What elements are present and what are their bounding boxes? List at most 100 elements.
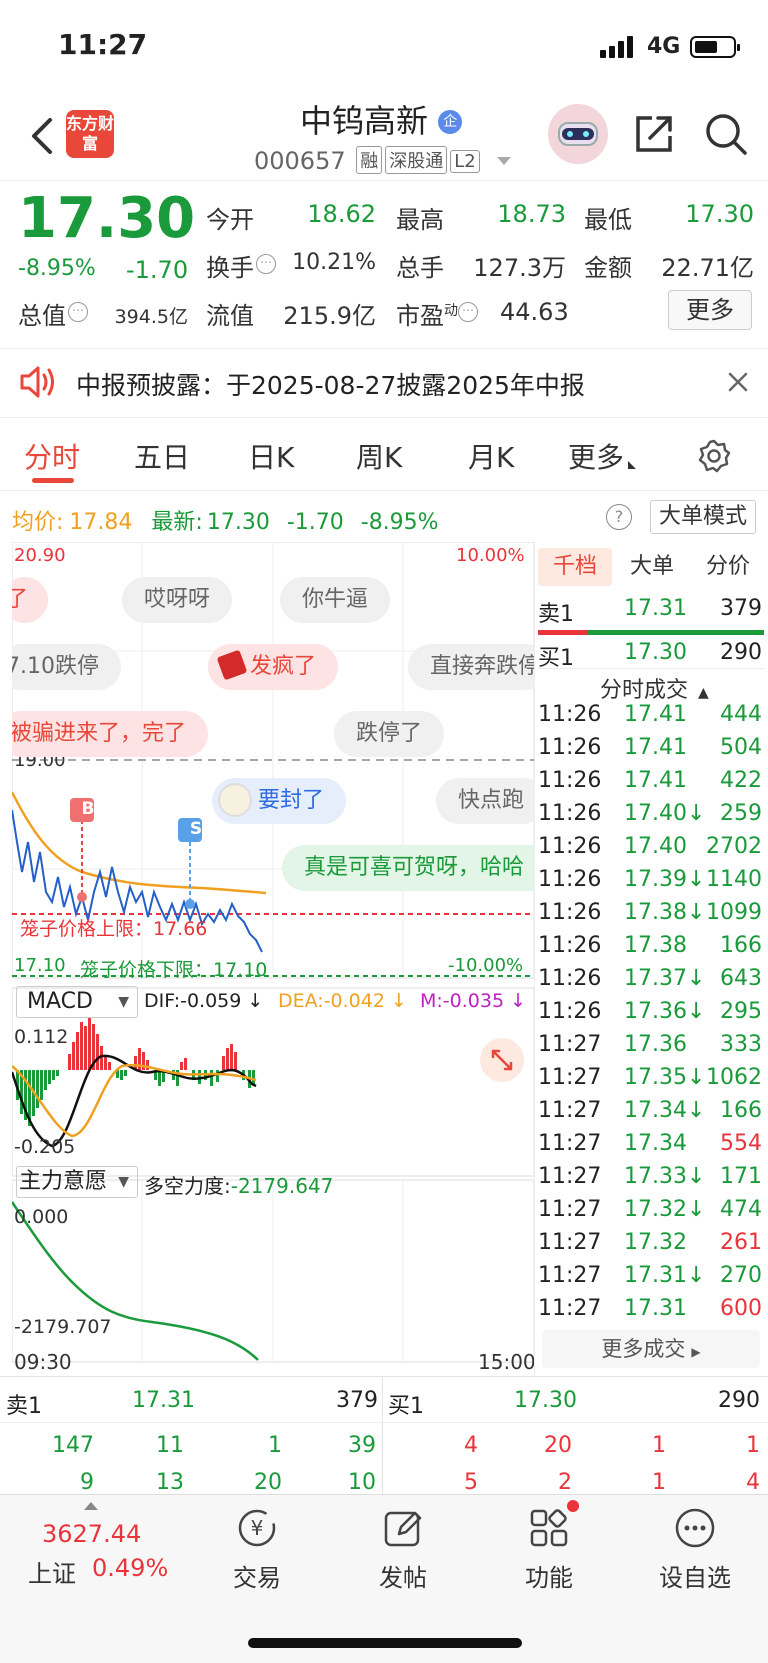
macd-selector[interactable]: MACD ▼: [16, 986, 138, 1018]
trade-price: 17.32↓: [624, 1197, 706, 1222]
trade-volume: 474: [720, 1197, 762, 1222]
trade-time: 11:26: [538, 999, 602, 1024]
grid-apps-icon: [527, 1500, 579, 1550]
trade-time: 11:26: [538, 966, 602, 991]
more-trades-button[interactable]: 更多成交 ▶: [542, 1330, 760, 1368]
buy-order: 1: [652, 1472, 666, 1494]
market-cap-value: 394.5亿: [114, 306, 188, 328]
more-dots-icon: [673, 1506, 717, 1550]
network-type: 4G: [647, 34, 681, 59]
index-widget[interactable]: 3627.44 上证 0.49%: [22, 1500, 182, 1590]
more-button[interactable]: 更多: [668, 290, 752, 330]
trade-row: 11:26 17.41 504: [538, 735, 764, 768]
ob-tab-big-order[interactable]: 大单: [624, 548, 680, 586]
lower-limit-label: 笼子价格下限：17.10: [80, 959, 268, 981]
trade-volume: 166: [720, 1098, 762, 1123]
index-name: 上证: [28, 1560, 76, 1588]
trade-row: 11:26 17.38↓ 1099: [538, 900, 764, 933]
macd-dif: DIF:-0.059 ↓: [144, 990, 264, 1012]
trade-volume: 1099: [706, 900, 762, 925]
buy-order: 4: [746, 1472, 760, 1494]
trade-time: 11:26: [538, 933, 602, 958]
trades-title[interactable]: 分时成交 ▲: [600, 672, 709, 704]
nav-watchlist[interactable]: 设自选: [650, 1506, 740, 1593]
tag-level2: L2: [450, 150, 480, 173]
trade-time: 11:27: [538, 1230, 602, 1255]
settings-gear-icon[interactable]: [696, 438, 732, 474]
trade-price: 17.38↓: [624, 900, 706, 925]
info-icon[interactable]: ⋯: [256, 254, 276, 274]
trade-volume: 1062: [706, 1065, 762, 1090]
notice-text: 中报预披露：于2025-08-27披露2025年中报: [76, 371, 585, 400]
comment-bubble[interactable]: 发疯了: [208, 644, 339, 690]
macd-dea: DEA:-0.042 ↓: [278, 990, 407, 1012]
float-cap-label: 流值: [206, 302, 254, 330]
low-label: 最低: [584, 206, 632, 234]
flow-selector[interactable]: 主力意愿 ▼: [16, 1166, 138, 1198]
trade-row: 11:26 17.39↓ 1140: [538, 867, 764, 900]
ob-tab-qiandang[interactable]: 千档: [538, 548, 612, 586]
trade-time: 11:26: [538, 867, 602, 892]
trade-row: 11:27 17.31↓ 270: [538, 1263, 764, 1296]
nav-post[interactable]: 发帖: [358, 1506, 448, 1593]
comment-bubble[interactable]: 直接奔跌停: [408, 644, 534, 690]
expand-icon[interactable]: [480, 1038, 524, 1082]
nav-functions[interactable]: 功能: [504, 1500, 594, 1593]
speaker-icon: [18, 364, 56, 400]
tab-weekly-k[interactable]: 周K: [356, 436, 402, 476]
bb-buy-label: 买1: [388, 1394, 424, 1419]
active-tab-indicator: [32, 478, 74, 483]
comment-bubble[interactable]: 哎呀呀: [122, 577, 233, 623]
buy-order: 20: [544, 1433, 572, 1458]
help-icon[interactable]: ?: [606, 504, 632, 530]
dif-line: [12, 1054, 257, 1148]
tab-more[interactable]: 更多: [568, 436, 637, 476]
share-icon[interactable]: [632, 112, 676, 156]
tab-monthly-k[interactable]: 月K: [468, 436, 514, 476]
nav-trade[interactable]: ¥ 交易: [212, 1506, 302, 1593]
bb-buy-vol: 290: [718, 1388, 760, 1413]
info-icon[interactable]: ⋯: [458, 302, 478, 322]
trade-volume: 270: [720, 1263, 762, 1288]
back-icon[interactable]: [26, 116, 56, 156]
trade-price: 17.34: [624, 1131, 687, 1156]
trade-row: 11:27 17.34↓ 166: [538, 1098, 764, 1131]
comment-bubble[interactable]: 你牛逼: [280, 577, 391, 623]
trade-row: 11:27 17.33↓ 171: [538, 1164, 764, 1197]
trade-price: 17.36↓: [624, 999, 706, 1024]
stock-name: 中钨高新 企: [300, 96, 463, 142]
dropdown-icon[interactable]: [497, 157, 512, 165]
close-icon[interactable]: [726, 370, 750, 394]
buy-order: 1: [746, 1433, 760, 1458]
comment-bubble[interactable]: 快点跑: [436, 778, 534, 824]
stock-code-row: 000657 融深股通 L2: [254, 146, 512, 175]
trade-time: 11:27: [538, 1296, 602, 1321]
trade-row: 11:26 17.41 444: [538, 702, 764, 735]
tab-daily-k[interactable]: 日K: [248, 436, 294, 476]
trade-row: 11:27 17.32 261: [538, 1230, 764, 1263]
tag-margin: 融: [356, 146, 383, 174]
trade-volume: 166: [720, 933, 762, 958]
comment-bubble[interactable]: 了: [12, 577, 49, 623]
big-order-mode-button[interactable]: 大单模式: [650, 500, 756, 534]
info-icon[interactable]: ⋯: [68, 302, 88, 322]
price-change: -1.70: [126, 256, 189, 284]
trade-row: 11:26 17.38 166: [538, 933, 764, 966]
trade-row: 11:26 17.36↓ 295: [538, 999, 764, 1032]
comment-bubble[interactable]: 真是可喜可贺呀，哈哈: [282, 845, 534, 891]
comment-bubble[interactable]: 要封了: [212, 778, 347, 824]
comment-bubble[interactable]: 7.10跌停: [12, 644, 121, 690]
tab-intraday[interactable]: 分时: [24, 436, 80, 476]
trade-time: 11:26: [538, 735, 602, 760]
search-icon[interactable]: [704, 112, 748, 156]
signal-icon: [600, 36, 640, 58]
tab-five-day[interactable]: 五日: [134, 436, 190, 476]
robot-avatar-icon[interactable]: [548, 104, 608, 164]
comment-bubble[interactable]: 跌停了: [334, 711, 445, 757]
ob-tab-price-dist[interactable]: 分价: [700, 548, 756, 586]
market-cap-label: 总值 ⋯: [18, 296, 88, 331]
bb-sell-label: 卖1: [6, 1394, 42, 1419]
trade-price: 17.40: [624, 834, 687, 859]
comment-bubble[interactable]: 被骗进来了，完了: [12, 711, 209, 757]
amount-label: 金额: [584, 254, 632, 282]
